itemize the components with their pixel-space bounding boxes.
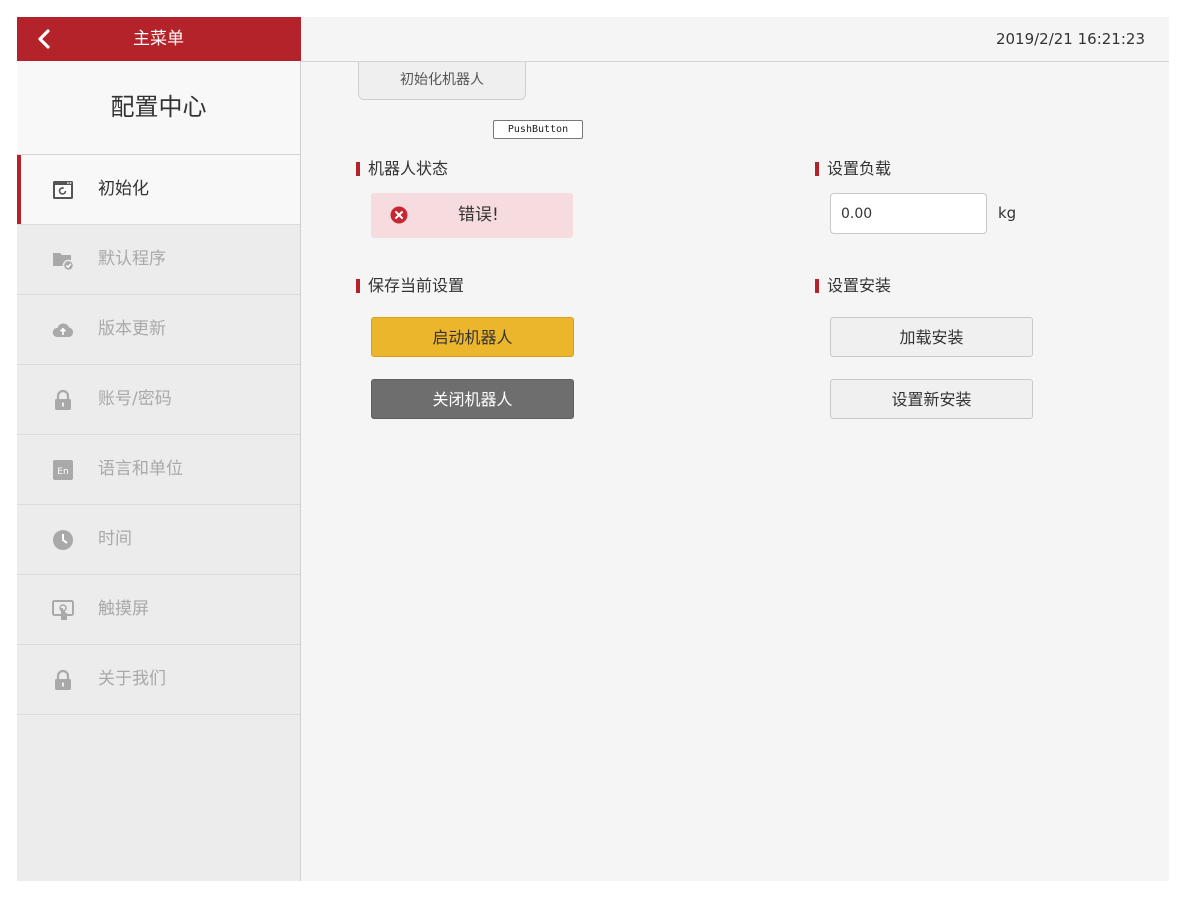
sidebar-item-label: 时间 xyxy=(98,529,132,549)
push-button[interactable]: PushButton xyxy=(493,120,583,139)
sidebar-item-time[interactable]: 时间 xyxy=(17,505,300,575)
lock-icon xyxy=(55,389,71,410)
start-robot-button[interactable]: 启动机器人 xyxy=(371,317,574,357)
svg-text:En: En xyxy=(57,467,68,477)
load-installation-button[interactable]: 加载安装 xyxy=(830,317,1033,357)
error-icon xyxy=(390,206,408,224)
folder-check-icon xyxy=(53,253,74,271)
installation-title: 设置安装 xyxy=(815,276,891,296)
robot-status-title: 机器人状态 xyxy=(356,159,448,179)
sidebar-item-label: 初始化 xyxy=(98,179,149,199)
sidebar-item-label: 关于我们 xyxy=(98,669,166,689)
sidebar-item-label: 默认程序 xyxy=(98,249,166,269)
clock-icon xyxy=(53,530,73,550)
lock-icon xyxy=(55,669,71,690)
robot-status-badge: 错误! xyxy=(371,193,573,238)
back-chevron-icon[interactable] xyxy=(33,27,57,51)
stop-robot-button[interactable]: 关闭机器人 xyxy=(371,379,574,419)
sidebar-title: 配置中心 xyxy=(17,61,300,155)
payload-unit: kg xyxy=(998,204,1017,222)
sidebar-item-account-password[interactable]: 账号/密码 xyxy=(17,365,300,435)
app-window: 主菜单 2019/2/21 16:21:23 配置中心 初始化 默认程序 版本更… xyxy=(17,17,1169,881)
sidebar-item-label: 语言和单位 xyxy=(98,459,183,479)
cloud-upload-icon xyxy=(52,323,74,337)
sidebar-item-language-units[interactable]: En 语言和单位 xyxy=(17,435,300,505)
sidebar-item-touchscreen[interactable]: 触摸屏 xyxy=(17,575,300,645)
language-en-icon: En xyxy=(53,460,73,480)
sidebar-item-label: 版本更新 xyxy=(98,319,166,339)
sidebar-nav: 初始化 默认程序 版本更新 账号/密码 En 语言和单位 时间 触摸屏 关于我们 xyxy=(17,155,300,715)
sidebar-item-label: 触摸屏 xyxy=(98,599,149,619)
main-menu-title[interactable]: 主菜单 xyxy=(133,17,184,61)
save-settings-title: 保存当前设置 xyxy=(356,276,464,296)
init-window-icon xyxy=(53,181,73,199)
new-installation-button[interactable]: 设置新安装 xyxy=(830,379,1033,419)
payload-title: 设置负载 xyxy=(815,159,891,179)
sidebar-item-version-update[interactable]: 版本更新 xyxy=(17,295,300,365)
main-content: 初始化机器人 PushButton 机器人状态 错误! 设置负载 kg 保存当前… xyxy=(301,62,1169,881)
status-bar: 2019/2/21 16:21:23 xyxy=(301,17,1169,62)
touchscreen-icon xyxy=(52,600,74,620)
sidebar-item-init[interactable]: 初始化 xyxy=(17,155,300,225)
sidebar: 配置中心 初始化 默认程序 版本更新 账号/密码 En 语言和单位 时间 触摸屏… xyxy=(17,61,301,881)
sidebar-item-label: 账号/密码 xyxy=(98,389,172,409)
datetime-display: 2019/2/21 16:21:23 xyxy=(995,30,1145,48)
sidebar-item-about-us[interactable]: 关于我们 xyxy=(17,645,300,715)
robot-status-text: 错误! xyxy=(458,205,499,225)
init-robot-tab-button[interactable]: 初始化机器人 xyxy=(358,62,526,100)
main-menu-bar[interactable]: 主菜单 xyxy=(17,17,301,61)
sidebar-item-default-program[interactable]: 默认程序 xyxy=(17,225,300,295)
payload-input[interactable] xyxy=(830,193,987,234)
